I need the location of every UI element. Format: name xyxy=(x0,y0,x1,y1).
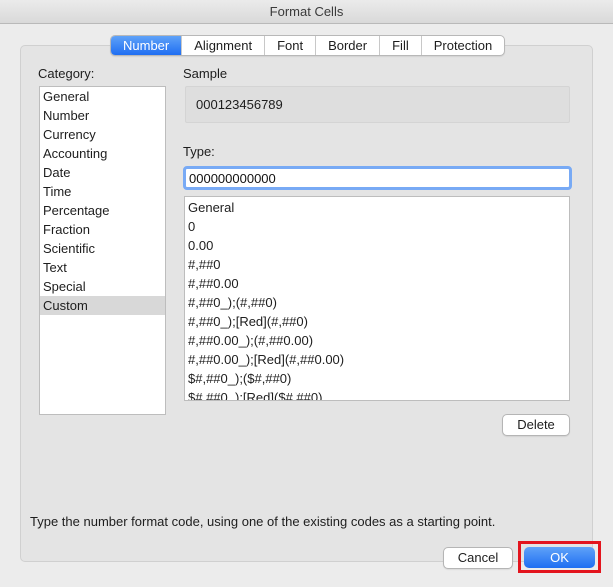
category-label: Category: xyxy=(38,66,95,81)
dialog-body: Number Alignment Font Border Fill Protec… xyxy=(0,24,613,587)
window-title: Format Cells xyxy=(0,0,613,24)
format-code-list[interactable]: General 0 0.00 #,##0 #,##0.00 #,##0_);(#… xyxy=(184,196,570,401)
category-item-special[interactable]: Special xyxy=(40,277,165,296)
category-item-number[interactable]: Number xyxy=(40,106,165,125)
category-item-general[interactable]: General xyxy=(40,87,165,106)
category-list[interactable]: General Number Currency Accounting Date … xyxy=(39,86,166,415)
tab-fill[interactable]: Fill xyxy=(380,36,422,55)
category-item-currency[interactable]: Currency xyxy=(40,125,165,144)
tab-bar: Number Alignment Font Border Fill Protec… xyxy=(110,35,506,56)
category-item-accounting[interactable]: Accounting xyxy=(40,144,165,163)
sample-label: Sample xyxy=(183,66,228,81)
format-code-item[interactable]: #,##0.00_);[Red](#,##0.00) xyxy=(185,350,569,369)
ok-button[interactable]: OK xyxy=(524,547,595,568)
format-code-item[interactable]: #,##0_);(#,##0) xyxy=(185,293,569,312)
tab-font[interactable]: Font xyxy=(265,36,317,55)
format-code-item[interactable]: #,##0 xyxy=(185,255,569,274)
format-code-item[interactable]: #,##0.00_);(#,##0.00) xyxy=(185,331,569,350)
tab-alignment[interactable]: Alignment xyxy=(182,36,266,55)
category-item-text[interactable]: Text xyxy=(40,258,165,277)
category-item-custom[interactable]: Custom xyxy=(40,296,165,315)
format-code-item[interactable]: $#,##0_);($#,##0) xyxy=(185,369,569,388)
format-code-item[interactable]: 0.00 xyxy=(185,236,569,255)
tab-border[interactable]: Border xyxy=(316,36,381,55)
type-label: Type: xyxy=(183,144,215,159)
format-code-item[interactable]: General xyxy=(185,198,569,217)
category-item-time[interactable]: Time xyxy=(40,182,165,201)
format-code-item[interactable]: #,##0_);[Red](#,##0) xyxy=(185,312,569,331)
sample-preview: 000123456789 xyxy=(185,86,570,123)
category-item-date[interactable]: Date xyxy=(40,163,165,182)
format-code-item[interactable]: 0 xyxy=(185,217,569,236)
format-code-item[interactable]: $#,##0_);[Red]($#,##0) xyxy=(185,388,569,400)
tab-protection[interactable]: Protection xyxy=(422,36,505,55)
help-text: Type the number format code, using one o… xyxy=(30,514,496,529)
tab-number[interactable]: Number xyxy=(111,36,183,55)
category-item-percentage[interactable]: Percentage xyxy=(40,201,165,220)
cancel-button[interactable]: Cancel xyxy=(443,547,513,569)
category-item-scientific[interactable]: Scientific xyxy=(40,239,165,258)
format-code-item[interactable]: #,##0.00 xyxy=(185,274,569,293)
category-item-fraction[interactable]: Fraction xyxy=(40,220,165,239)
delete-button[interactable]: Delete xyxy=(502,414,570,436)
type-input[interactable] xyxy=(183,166,572,190)
